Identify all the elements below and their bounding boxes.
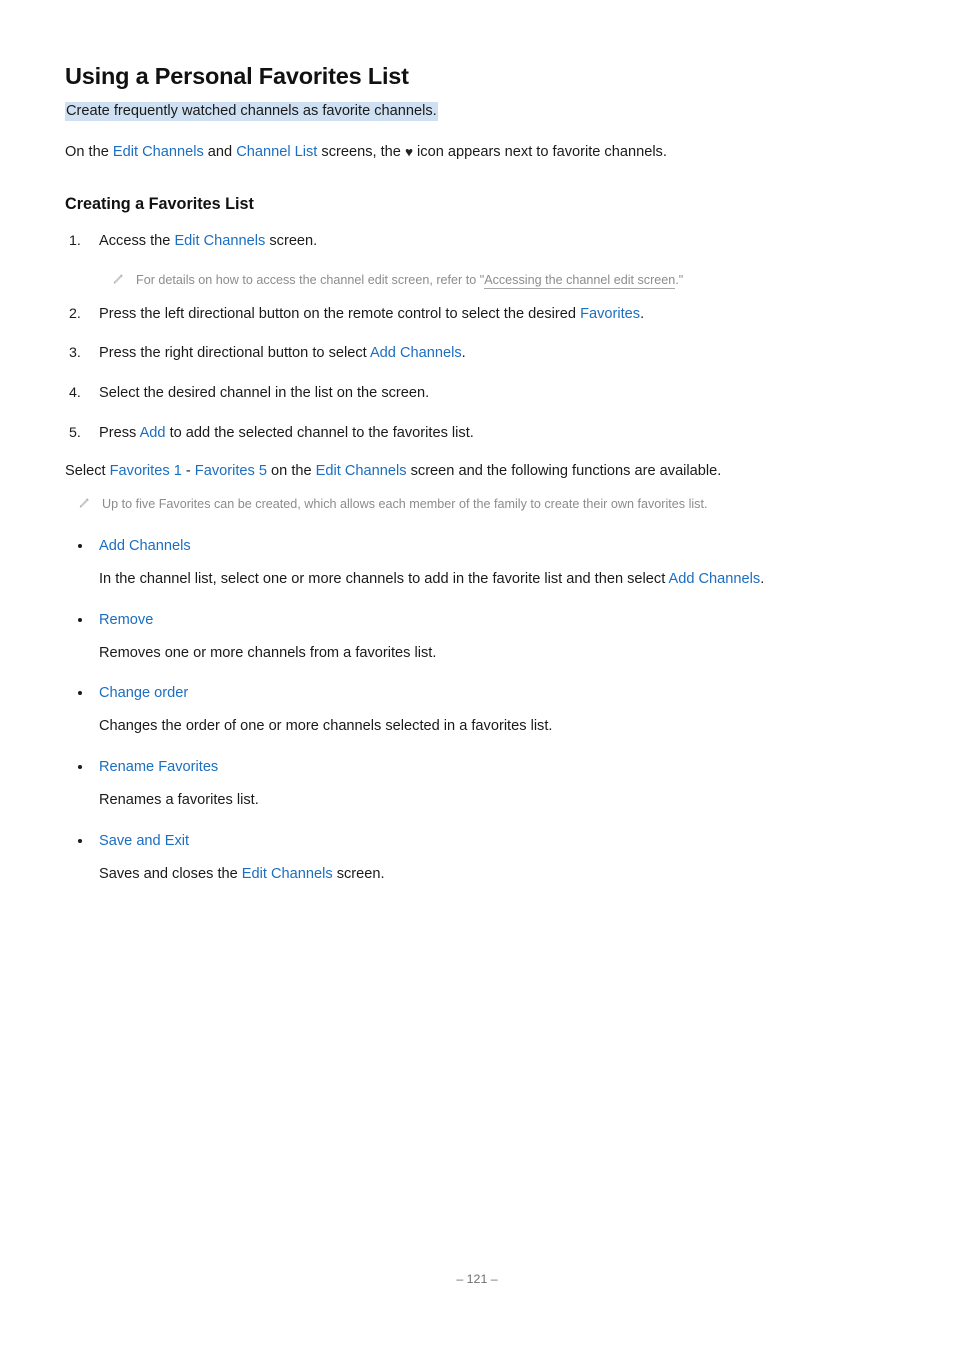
- feature-label-remove[interactable]: Remove: [65, 610, 889, 632]
- note-up-to-five-favorites: Up to five Favorites can be created, whi…: [77, 495, 889, 514]
- intro-paragraph: On the Edit Channels and Channel List sc…: [65, 142, 889, 164]
- step-text-1: Press the left directional button on the…: [99, 305, 581, 322]
- feature-description: Removes one or more channels from a favo…: [65, 643, 889, 665]
- feature-label: Save and Exit: [99, 833, 190, 850]
- bullet-icon: [78, 617, 82, 622]
- feature-item: Add Channels In the channel list, select…: [65, 536, 889, 591]
- select-text-3: on the: [266, 463, 316, 480]
- step-item: 1. Access the Edit Channels screen.: [65, 231, 889, 253]
- step-item: 2. Press the left directional button on …: [65, 304, 889, 326]
- section-title: Creating a Favorites List: [65, 194, 254, 213]
- steps-list: 1. Access the Edit Channels screen. For …: [65, 231, 889, 445]
- feature-desc-text-1: Changes the order of one or more channel…: [99, 718, 553, 735]
- feature-label-save-and-exit[interactable]: Save and Exit: [65, 831, 889, 853]
- link-channel-list[interactable]: Channel List: [236, 144, 317, 160]
- feature-label: Add Channels: [99, 537, 191, 554]
- step-number: 1.: [69, 232, 81, 249]
- page-number: – 121 –: [456, 1272, 498, 1286]
- page-footer: – 121 –: [0, 1272, 954, 1286]
- step-item: 3. Press the right directional button to…: [65, 343, 889, 365]
- feature-description: Renames a favorites list.: [65, 790, 889, 812]
- note-link-accessing-channel-edit-screen[interactable]: Accessing the channel edit screen: [484, 272, 676, 289]
- step-text-2: to add the selected channel to the favor…: [165, 425, 474, 442]
- link-add-channels[interactable]: Add Channels: [370, 345, 462, 361]
- link-add-channels[interactable]: Add Channels: [669, 571, 761, 587]
- link-edit-channels[interactable]: Edit Channels: [316, 463, 407, 479]
- step-text-1: Press: [99, 425, 140, 442]
- step-number: 2.: [69, 305, 81, 322]
- link-favorites[interactable]: Favorites: [580, 306, 640, 322]
- feature-description: In the channel list, select one or more …: [65, 569, 889, 591]
- step-text-1: Select the desired channel in the list o…: [99, 385, 430, 402]
- document-page: Using a Personal Favorites List Create f…: [0, 0, 954, 1350]
- feature-label-add-channels[interactable]: Add Channels: [65, 536, 889, 558]
- select-text-2: -: [181, 463, 195, 480]
- feature-desc-text-1: In the channel list, select one or more …: [99, 570, 669, 587]
- step-number: 3.: [69, 345, 81, 362]
- feature-desc-text-1: Removes one or more channels from a favo…: [99, 644, 437, 661]
- feature-description: Saves and closes the Edit Channels scree…: [65, 864, 889, 886]
- feature-description: Changes the order of one or more channel…: [65, 716, 889, 738]
- feature-desc-text-1: Saves and closes the: [99, 865, 242, 882]
- intro-text-2: and: [203, 143, 237, 160]
- bullet-icon: [78, 765, 82, 770]
- link-favorites-1[interactable]: Favorites 1: [110, 463, 182, 479]
- select-text-1: Select: [65, 463, 110, 480]
- bullet-icon: [78, 691, 82, 696]
- feature-item: Save and Exit Saves and closes the Edit …: [65, 831, 889, 886]
- intro-text-4: icon appears next to favorite channels.: [412, 143, 667, 160]
- step-number: 5.: [69, 425, 81, 442]
- feature-label: Change order: [99, 685, 189, 702]
- select-favorites-paragraph: Select Favorites 1 - Favorites 5 on the …: [65, 461, 889, 483]
- highlighted-subtitle: Create frequently watched channels as fa…: [65, 100, 889, 122]
- pencil-icon: [79, 498, 89, 508]
- feature-desc-text-2: .: [760, 570, 765, 587]
- bullet-icon: [78, 839, 82, 844]
- feature-label-rename-favorites[interactable]: Rename Favorites: [65, 757, 889, 779]
- highlighted-subtitle-text: Create frequently watched channels as fa…: [65, 102, 438, 122]
- feature-label: Rename Favorites: [99, 759, 219, 776]
- bullet-icon: [78, 543, 82, 548]
- page-title: Using a Personal Favorites List: [65, 63, 409, 89]
- link-edit-channels[interactable]: Edit Channels: [113, 144, 204, 160]
- heart-icon: ♥: [404, 144, 413, 160]
- select-text-4: screen and the following functions are a…: [406, 463, 722, 480]
- pencil-icon: [113, 274, 123, 284]
- page-content: Using a Personal Favorites List Create f…: [65, 62, 889, 905]
- intro-text-1: On the: [65, 143, 113, 160]
- step-text-2: screen.: [265, 232, 318, 249]
- feature-desc-text-1: Renames a favorites list.: [99, 792, 259, 809]
- feature-label-change-order[interactable]: Change order: [65, 683, 889, 705]
- step-text-2: .: [461, 345, 466, 362]
- note-text: Up to five Favorites can be created, whi…: [102, 497, 708, 511]
- step-text-1: Press the right directional button to se…: [99, 345, 370, 362]
- note-accessing-channel-edit-screen: For details on how to access the channel…: [111, 271, 889, 290]
- feature-label: Remove: [99, 611, 154, 628]
- note-text-2: .": [675, 272, 684, 287]
- link-edit-channels[interactable]: Edit Channels: [174, 233, 265, 249]
- link-add[interactable]: Add: [140, 425, 166, 441]
- feature-desc-text-2: screen.: [332, 865, 385, 882]
- features-list: Add Channels In the channel list, select…: [65, 536, 889, 886]
- note-text-1: For details on how to access the channel…: [136, 272, 485, 287]
- link-edit-channels[interactable]: Edit Channels: [242, 866, 333, 882]
- step-item: 5. Press Add to add the selected channel…: [65, 423, 889, 445]
- feature-item: Rename Favorites Renames a favorites lis…: [65, 757, 889, 812]
- feature-item: Change order Changes the order of one or…: [65, 683, 889, 738]
- link-favorites-5[interactable]: Favorites 5: [195, 463, 267, 479]
- step-item: 4. Select the desired channel in the lis…: [65, 383, 889, 405]
- step-text-1: Access the: [99, 232, 175, 249]
- intro-text-3: screens, the: [317, 143, 405, 160]
- feature-item: Remove Removes one or more channels from…: [65, 610, 889, 665]
- step-text-2: .: [640, 305, 645, 322]
- step-number: 4.: [69, 385, 81, 402]
